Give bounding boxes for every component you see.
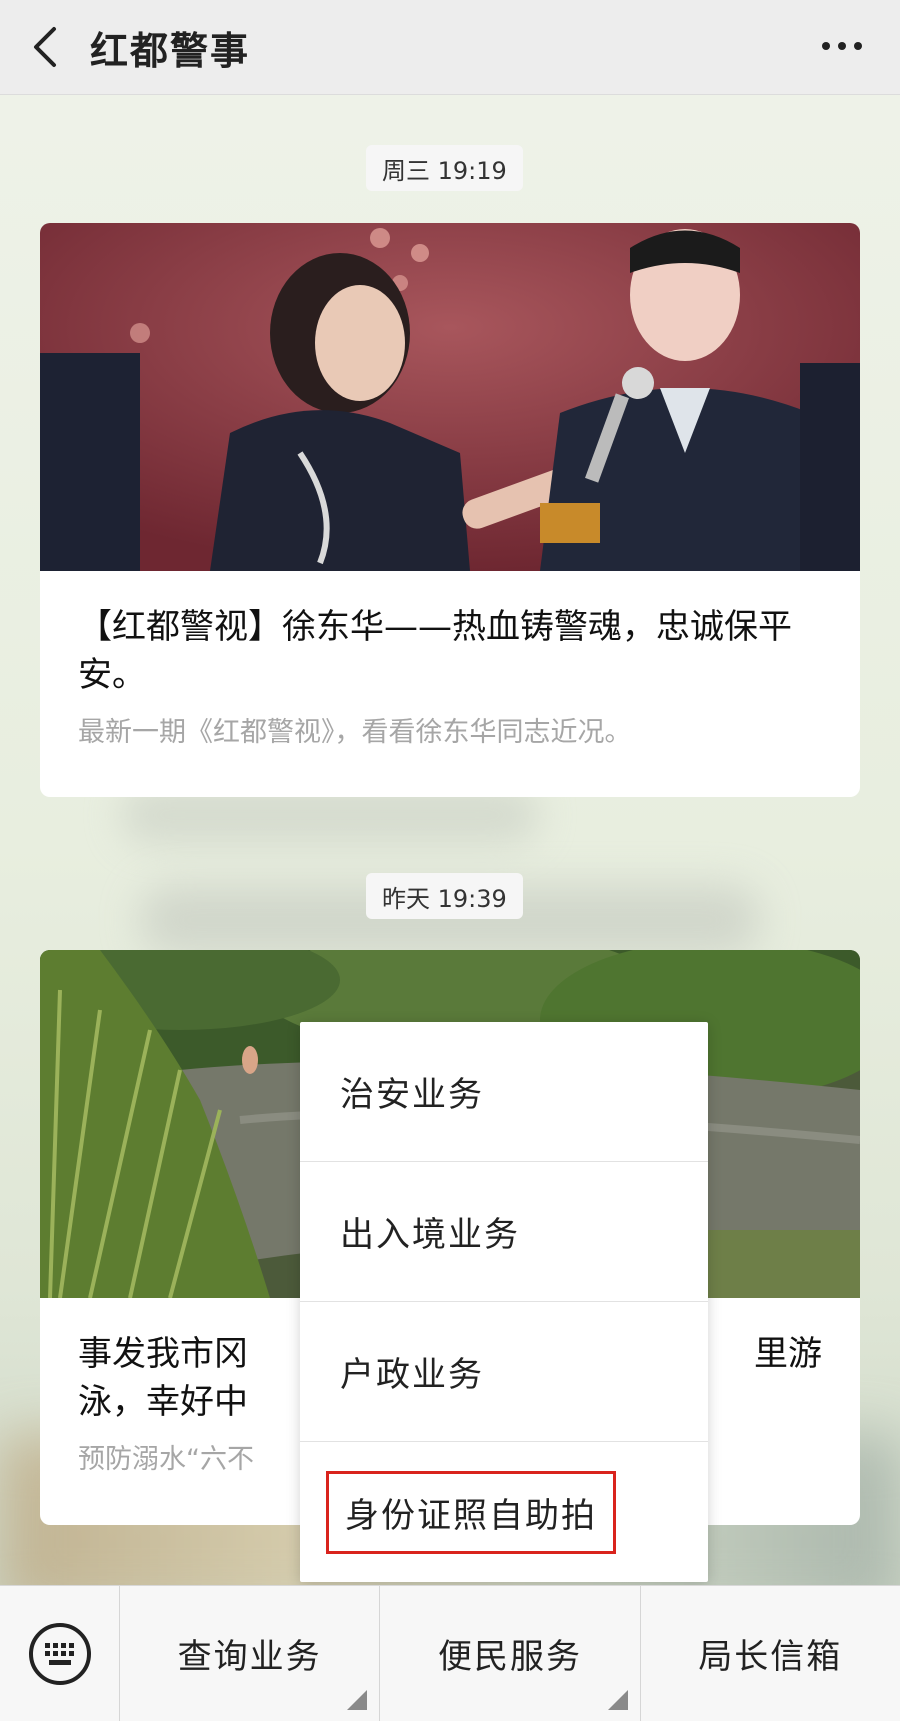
timestamp: 周三 19:19 [366,145,523,191]
article-card[interactable]: 【红都警视】徐东华——热血铸警魂，忠诚保平安。 最新一期《红都警视》，看看徐东华… [40,223,860,797]
menu-item-household-registration[interactable]: 户政业务 [300,1302,708,1442]
submenu-indicator-icon [607,1689,628,1710]
more-button[interactable] [812,24,872,68]
menu-tab-director-mailbox[interactable]: 局长信箱 [641,1586,900,1721]
menu-tab-convenience[interactable]: 便民服务 [380,1585,641,1721]
article-title-left: 事发我市冈 [78,1334,248,1374]
article-image[interactable] [40,223,860,571]
timestamp: 昨天 19:39 [366,873,523,919]
more-dots-icon [822,42,830,50]
menu-item-public-security[interactable]: 治安业务 [300,1022,708,1162]
keyboard-toggle-button[interactable] [0,1585,120,1721]
menu-item-exit-entry[interactable]: 出入境业务 [300,1162,708,1302]
article-description: 最新一期《红都警视》，看看徐东华同志近况。 [78,717,632,748]
page-title: 红都警事 [90,28,251,73]
keyboard-icon [28,1622,91,1685]
menu-tab-query[interactable]: 查询业务 [120,1585,381,1721]
bottom-menu-bar: 查询业务 便民服务 局长信箱 [0,1585,900,1721]
menu-item-id-photo-self-service[interactable]: 身份证照自助拍 [300,1442,708,1582]
top-bar: 红都警事 [0,0,900,95]
chevron-left-icon [34,27,56,67]
highlight-box: 身份证照自助拍 [326,1470,616,1554]
submenu-popup: 治安业务 出入境业务 户政业务 身份证照自助拍 [300,1022,708,1582]
article-title-right: 里游 [754,1334,822,1374]
submenu-indicator-icon [347,1689,368,1710]
back-button[interactable] [0,0,90,95]
article-title: 【红都警视】徐东华——热血铸警魂，忠诚保平安。 [78,607,792,695]
